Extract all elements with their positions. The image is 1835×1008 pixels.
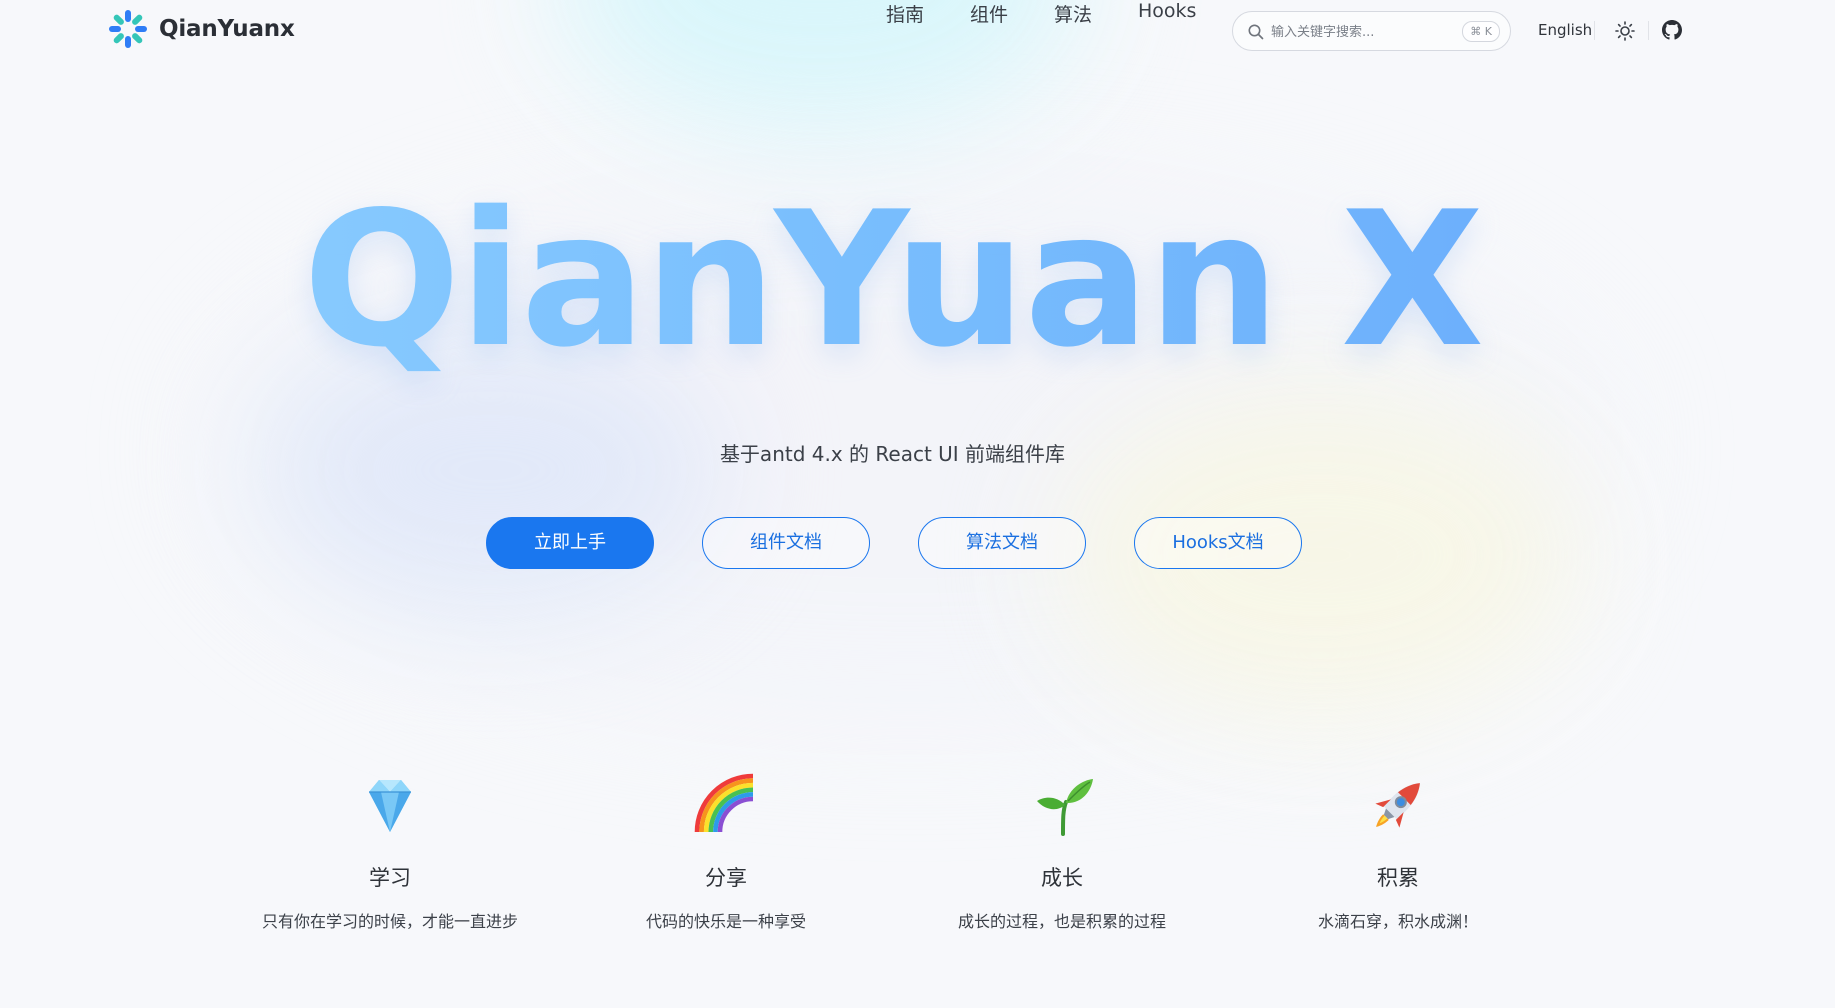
nav-guide[interactable]: 指南 [886,0,924,27]
search-input[interactable] [1271,21,1431,43]
github-icon[interactable] [1662,20,1682,40]
search-box[interactable]: ⌘ K [1232,11,1511,51]
feature-share: 分享 代码的快乐是一种享受 [576,770,876,932]
site-logo[interactable]: QianYuanx [106,7,295,51]
algorithm-docs-button[interactable]: 算法文档 [918,517,1086,569]
nav-hooks[interactable]: Hooks [1138,0,1196,22]
divider [1594,21,1595,40]
theme-icon[interactable] [1614,20,1636,42]
feature-title: 分享 [705,866,747,890]
hero-title: QianYuan X [0,180,1785,380]
rocket-icon [1375,783,1420,828]
page: QianYuanx 指南 组件 算法 Hooks ⌘ K English [0,0,1835,1008]
hooks-docs-button[interactable]: Hooks文档 [1134,517,1302,569]
feature-title: 学习 [369,866,411,890]
feature-accumulate: 积累 水滴石穿，积水成渊！ [1248,770,1548,932]
feature-desc: 代码的快乐是一种享受 [645,912,806,931]
feature-desc: 成长的过程，也是积累的过程 [957,912,1166,931]
feature-grow: 成长 成长的过程，也是积累的过程 [912,770,1212,932]
divider [1648,21,1649,40]
gem-icon [369,780,411,832]
feature-learn: 学习 只有你在学习的时候，才能一直进步 [240,770,540,932]
logo-text: QianYuanx [159,16,295,42]
rainbow-icon [694,773,754,833]
hero-subtitle: 基于antd 4.x 的 React UI 前端组件库 [719,442,1066,466]
search-shortcut-badge: ⌘ K [1462,21,1500,42]
top-navbar: QianYuanx 指南 组件 算法 Hooks ⌘ K English [0,0,1835,62]
get-started-button[interactable]: 立即上手 [486,517,654,569]
nav-components[interactable]: 组件 [970,0,1008,27]
feature-title: 成长 [1041,866,1083,890]
seedling-icon [1037,779,1093,836]
component-docs-button[interactable]: 组件文档 [702,517,870,569]
language-switch[interactable]: English [1538,21,1592,39]
feature-title: 积累 [1377,866,1419,890]
feature-desc: 只有你在学习的时候，才能一直进步 [261,912,518,931]
nav-algorithms[interactable]: 算法 [1054,0,1092,27]
feature-desc: 水滴石穿，积水成渊！ [1317,912,1478,931]
search-icon [1248,24,1264,40]
logo-icon [109,10,147,48]
